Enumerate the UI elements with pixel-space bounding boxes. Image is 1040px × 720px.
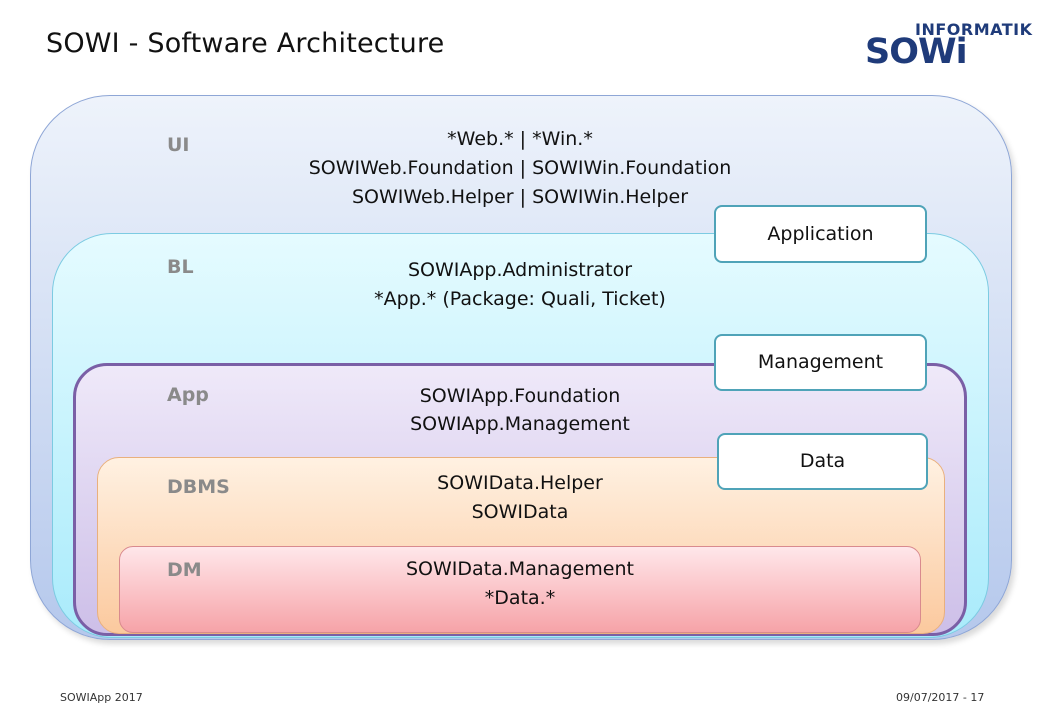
logo-sowi-text: SOWi — [865, 32, 968, 72]
tag-data: Data — [717, 433, 928, 490]
layer-dbms-label: DBMS — [167, 476, 230, 498]
layer-ui-line: SOWIWeb.Helper | SOWIWin.Helper — [351, 186, 689, 208]
layer-dm-line: SOWIData.Management — [406, 558, 634, 580]
tag-management: Management — [714, 334, 927, 391]
layer-dm-label: DM — [167, 559, 202, 581]
layer-bl-line: SOWIApp.Administrator — [407, 259, 633, 281]
layer-app-label: App — [167, 384, 209, 406]
layer-ui-line: *Web.* | *Win.* — [447, 128, 593, 150]
footer-left: SOWIApp 2017 — [60, 691, 143, 704]
page-title: SOWI - Software Architecture — [46, 28, 445, 59]
layer-dbms-line: SOWIData.Helper — [437, 472, 603, 494]
tag-application: Application — [714, 205, 927, 263]
layer-bl-label: BL — [167, 256, 194, 278]
layer-dm-line: *Data.* — [484, 587, 556, 609]
layer-bl-line: *App.* (Package: Quali, Ticket) — [374, 288, 666, 310]
layer-app-line: SOWIApp.Foundation — [419, 385, 621, 407]
layer-app-line: SOWIApp.Management — [410, 413, 630, 435]
sowi-logo: INFORMATIK SOWi — [865, 20, 1035, 72]
layer-ui-line: SOWIWeb.Foundation | SOWIWin.Foundation — [308, 157, 732, 179]
layer-dbms-line: SOWIData — [471, 501, 569, 523]
footer-right: 09/07/2017 - 17 — [896, 691, 985, 704]
layer-ui-label: UI — [167, 134, 190, 156]
